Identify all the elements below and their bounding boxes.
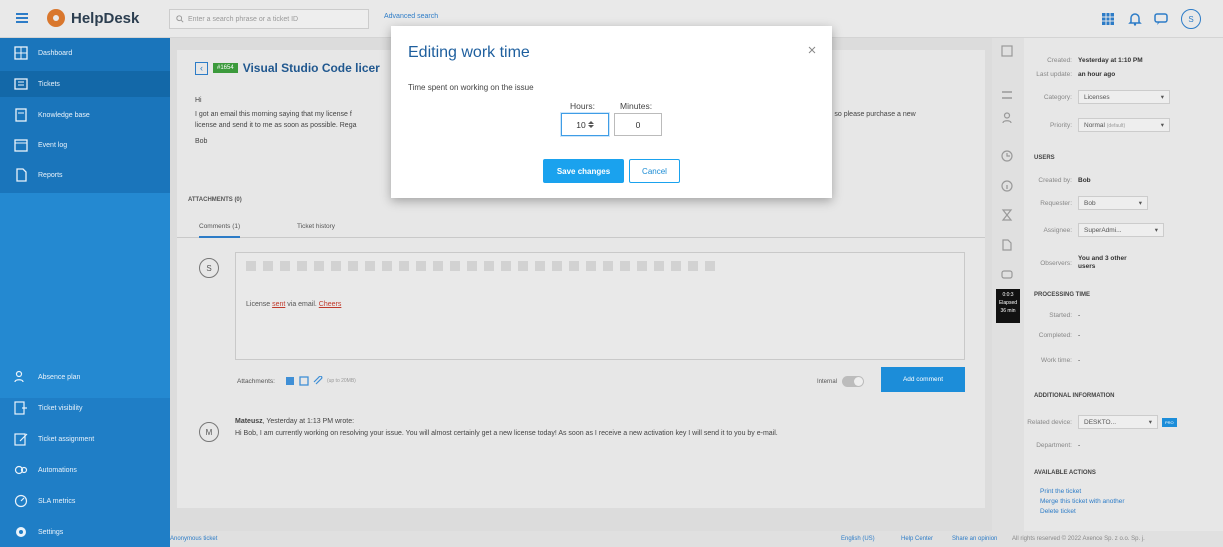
minutes-label: Minutes:: [620, 101, 653, 111]
cancel-button[interactable]: Cancel: [629, 159, 680, 183]
dialog-title: Editing work time: [408, 44, 530, 61]
close-icon[interactable]: [807, 45, 817, 55]
dialog-description: Time spent on working on the issue: [408, 83, 534, 92]
hours-input[interactable]: 10: [561, 113, 609, 136]
minutes-input[interactable]: 0: [614, 113, 662, 136]
spinner-icon[interactable]: [587, 120, 594, 129]
save-changes-button[interactable]: Save changes: [543, 159, 624, 183]
hours-label: Hours:: [570, 101, 596, 111]
edit-work-time-dialog: Editing work time Time spent on working …: [391, 26, 832, 198]
